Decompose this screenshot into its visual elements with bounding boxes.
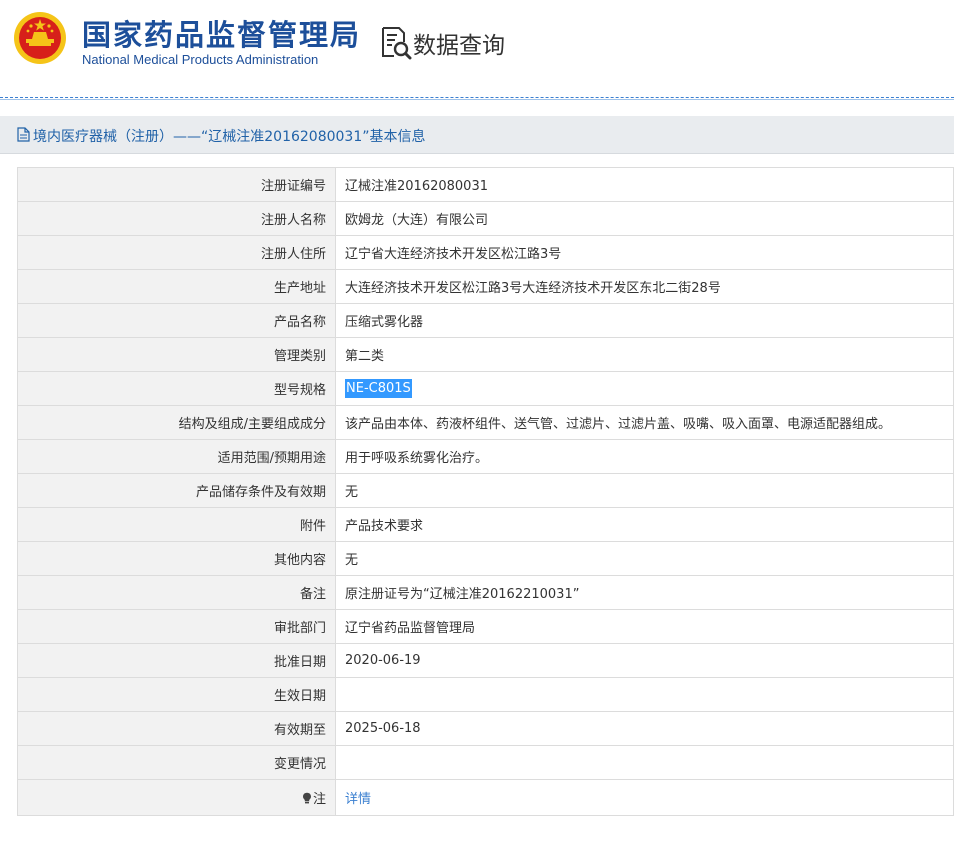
header-divider-accent: [0, 99, 954, 100]
field-value: 无: [335, 541, 954, 576]
panel-header: 境内医疗器械（注册）——“辽械注准20162080031”基本信息: [0, 116, 954, 154]
table-row: 产品储存条件及有效期 无: [17, 473, 954, 508]
field-value: 无: [335, 473, 954, 508]
note-label: 注: [312, 792, 326, 807]
site-title: 国家药品监督管理局: [82, 18, 362, 52]
field-label: 备注: [17, 575, 336, 610]
field-label: 注册证编号: [17, 167, 336, 202]
field-value: [335, 677, 954, 712]
table-row: 注册人住所 辽宁省大连经济技术开发区松江路3号: [17, 235, 954, 270]
field-label: 审批部门: [17, 609, 336, 644]
field-value: 第二类: [335, 337, 954, 372]
field-label: 型号规格: [17, 371, 336, 406]
table-row: 生效日期: [17, 677, 954, 712]
table-row: 批准日期 2020-06-19: [17, 643, 954, 678]
field-label: 适用范围/预期用途: [17, 439, 336, 474]
table-row: 审批部门 辽宁省药品监督管理局: [17, 609, 954, 644]
field-value: 辽宁省大连经济技术开发区松江路3号: [335, 235, 954, 270]
field-label: 产品储存条件及有效期: [17, 473, 336, 508]
field-value: 欧姆龙（大连）有限公司: [335, 201, 954, 236]
header-divider: [0, 97, 954, 98]
table-row: 附件 产品技术要求: [17, 507, 954, 542]
field-value: 2025-06-18: [335, 711, 954, 746]
field-label: 其他内容: [17, 541, 336, 576]
field-label: 附件: [17, 507, 336, 542]
table-row: 注 详情: [17, 779, 954, 816]
field-label: 注册人名称: [17, 201, 336, 236]
field-label: 结构及组成/主要组成成分: [17, 405, 336, 440]
site-subtitle: National Medical Products Administration: [82, 52, 319, 67]
table-row: 其他内容 无: [17, 541, 954, 576]
field-value: 2020-06-19: [335, 643, 954, 678]
field-value: 用于呼吸系统雾化治疗。: [335, 439, 954, 474]
national-emblem-icon: [14, 12, 66, 64]
table-row: 结构及组成/主要组成成分 该产品由本体、药液杯组件、送气管、过滤片、过滤片盖、吸…: [17, 405, 954, 440]
field-value: 辽宁省药品监督管理局: [335, 609, 954, 644]
site-header: 国家药品监督管理局 National Medical Products Admi…: [0, 0, 954, 100]
lightbulb-icon: [302, 792, 311, 804]
field-label-note: 注: [17, 779, 336, 816]
page-footer-space: [0, 829, 954, 855]
document-icon: [17, 127, 30, 142]
field-value: 大连经济技术开发区松江路3号大连经济技术开发区东北二街28号: [335, 269, 954, 304]
detail-table: 注册证编号 辽械注准20162080031 注册人名称 欧姆龙（大连）有限公司 …: [17, 167, 954, 816]
table-row: 型号规格 NE-C801S: [17, 371, 954, 406]
field-value: 压缩式雾化器: [335, 303, 954, 338]
table-row: 注册证编号 辽械注准20162080031: [17, 167, 954, 202]
table-row: 管理类别 第二类: [17, 337, 954, 372]
table-row: 变更情况: [17, 745, 954, 780]
field-label: 产品名称: [17, 303, 336, 338]
details-link[interactable]: 详情: [345, 792, 371, 807]
field-value: 原注册证号为“辽械注准20162210031”: [335, 575, 954, 610]
table-row: 产品名称 压缩式雾化器: [17, 303, 954, 338]
table-row: 适用范围/预期用途 用于呼吸系统雾化治疗。: [17, 439, 954, 474]
field-value: 该产品由本体、药液杯组件、送气管、过滤片、过滤片盖、吸嘴、吸入面罩、电源适配器组…: [335, 405, 954, 440]
field-value: [335, 745, 954, 780]
field-label: 生效日期: [17, 677, 336, 712]
field-value: NE-C801S: [335, 371, 954, 406]
field-label: 管理类别: [17, 337, 336, 372]
data-query-icon[interactable]: [380, 26, 412, 60]
field-label: 生产地址: [17, 269, 336, 304]
field-value: 详情: [335, 779, 954, 816]
field-label: 注册人住所: [17, 235, 336, 270]
field-label: 变更情况: [17, 745, 336, 780]
selected-model-text[interactable]: NE-C801S: [345, 379, 412, 398]
data-query-label[interactable]: 数据查询: [413, 26, 505, 60]
field-value: 产品技术要求: [335, 507, 954, 542]
table-row: 注册人名称 欧姆龙（大连）有限公司: [17, 201, 954, 236]
field-label: 有效期至: [17, 711, 336, 746]
field-value: 辽械注准20162080031: [335, 167, 954, 202]
table-row: 有效期至 2025-06-18: [17, 711, 954, 746]
table-row: 生产地址 大连经济技术开发区松江路3号大连经济技术开发区东北二街28号: [17, 269, 954, 304]
panel-title: 境内医疗器械（注册）——“辽械注准20162080031”基本信息: [33, 129, 426, 145]
field-label: 批准日期: [17, 643, 336, 678]
table-row: 备注 原注册证号为“辽械注准20162210031”: [17, 575, 954, 610]
